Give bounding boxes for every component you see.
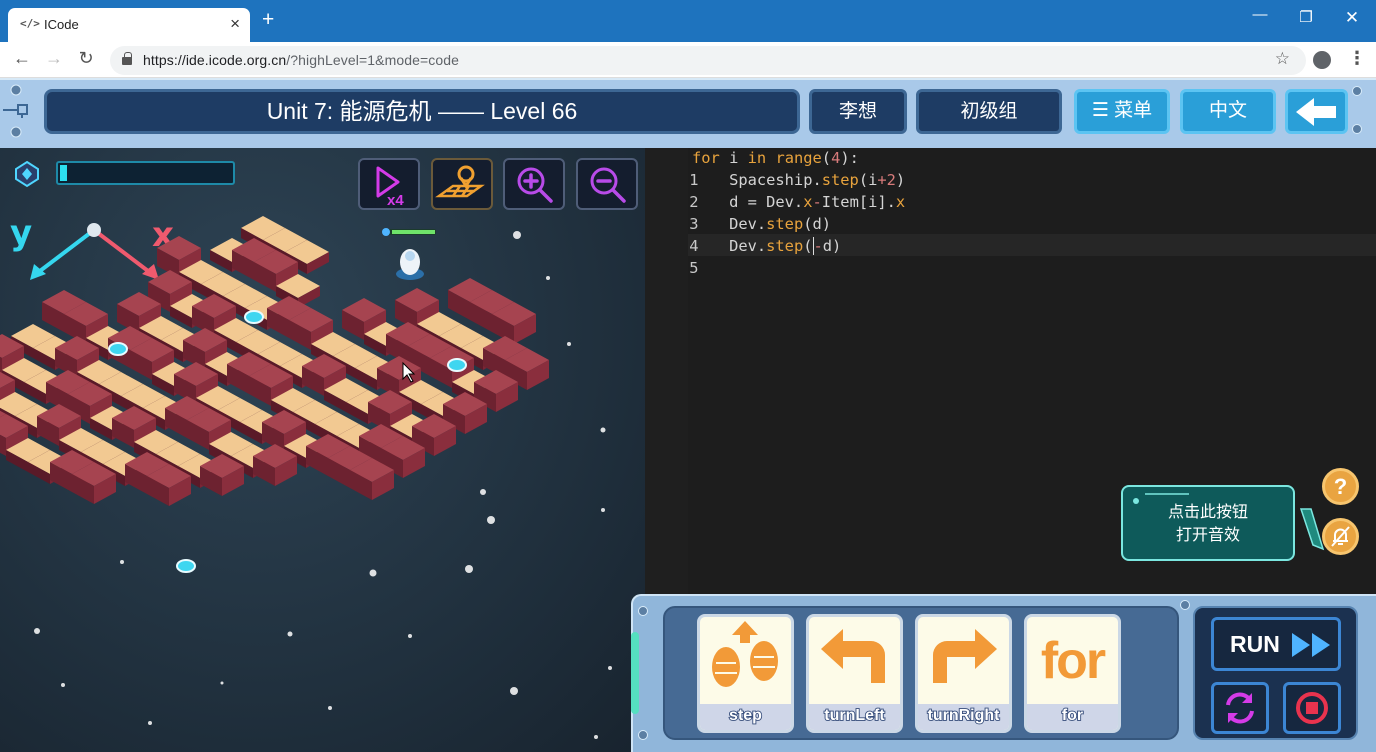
browser-tab[interactable]: </> ICode × xyxy=(8,8,250,42)
menu-button[interactable]: ☰ 菜单 xyxy=(1074,89,1170,134)
block-for-label: for xyxy=(1027,704,1118,730)
reset-button[interactable] xyxy=(1211,682,1269,734)
code-line-4[interactable]: 4 Dev.step(d) xyxy=(645,213,1376,255)
block-step-label: step xyxy=(700,704,791,730)
code-line-3[interactable]: 3 d = Dev.x-Item[i].x xyxy=(645,191,1376,233)
code-text[interactable]: for i in range(4): xyxy=(692,147,859,169)
code-text[interactable]: Spaceship.step(i+2) xyxy=(692,169,905,191)
block-turnright-card[interactable]: turnRight xyxy=(915,614,1012,733)
code-text[interactable]: d = Dev.x-Item[i].x xyxy=(692,191,905,213)
level-title: Unit 7: 能源危机 —— Level 66 xyxy=(44,89,800,134)
address-bar: ← → ↻ https://ide.icode.org.cn/?highLeve… xyxy=(0,42,1376,78)
header-circuit-decoration xyxy=(3,84,28,138)
step-icon xyxy=(712,621,778,687)
back-button[interactable] xyxy=(1285,89,1348,134)
energy-item-3 xyxy=(447,358,467,372)
sound-tip[interactable]: 点击此按钮 打开音效 xyxy=(1121,485,1295,561)
run-button[interactable]: RUN xyxy=(1211,617,1341,671)
fast-forward-icon xyxy=(1292,633,1330,657)
lock-icon xyxy=(122,52,132,65)
spaceship-health-fill xyxy=(392,230,435,234)
block-for-card[interactable]: for for xyxy=(1024,614,1121,733)
sound-tip-line-2: 打开音效 xyxy=(1175,527,1240,544)
stop-icon xyxy=(1296,692,1328,724)
block-turnright-label: turnRight xyxy=(918,704,1009,730)
help-button[interactable]: ? xyxy=(1322,468,1359,505)
block-step-card[interactable]: step xyxy=(697,614,794,733)
tab-title: ICode xyxy=(44,17,79,32)
panel-resize-handle[interactable] xyxy=(631,632,639,714)
code-line-5[interactable]: 5 Dev.step(-d) xyxy=(645,235,1376,277)
group-button[interactable]: 初级组 xyxy=(916,89,1062,134)
bell-muted-icon xyxy=(1331,526,1350,547)
toolbox-stud-2 xyxy=(1180,600,1190,610)
run-button-label: RUN xyxy=(1230,631,1280,657)
back-icon[interactable]: ← xyxy=(9,48,35,69)
forward-icon[interactable]: → xyxy=(41,48,67,69)
code-line-1[interactable]: 1 for i in range(4): xyxy=(645,147,1376,189)
close-icon[interactable]: ✕ xyxy=(1337,8,1367,28)
sound-toggle-button[interactable] xyxy=(1322,518,1359,555)
menu-button-label: 菜单 xyxy=(1114,100,1153,121)
energy-item-4 xyxy=(176,559,196,573)
language-button[interactable]: 中文 xyxy=(1180,89,1276,134)
isometric-maze xyxy=(0,216,549,573)
header-stud-2 xyxy=(1352,124,1362,134)
reset-icon xyxy=(1226,692,1254,724)
tip-circuit-decoration xyxy=(1133,493,1189,504)
minimize-icon[interactable]: — xyxy=(1245,6,1275,23)
block-turnleft-label: turnLeft xyxy=(809,704,900,730)
tip-pointer-arrow xyxy=(1299,508,1325,551)
for-icon: for xyxy=(1040,632,1106,690)
reload-icon[interactable]: ↻ xyxy=(73,48,99,69)
user-name-button[interactable]: 李想 xyxy=(809,89,907,134)
block-turnleft-card[interactable]: turnLeft xyxy=(806,614,903,733)
energy-item-2 xyxy=(244,310,264,324)
url-field[interactable]: https://ide.icode.org.cn/?highLevel=1&mo… xyxy=(110,46,1306,75)
energy-item-1 xyxy=(108,342,128,356)
toolbox-stud-3 xyxy=(638,730,648,740)
code-favicon-icon: </> xyxy=(20,17,40,30)
back-arrow-icon xyxy=(1295,98,1336,126)
line-number: 5 xyxy=(689,259,699,277)
spaceship-sprite xyxy=(382,228,436,280)
restore-icon[interactable]: ❐ xyxy=(1291,8,1321,26)
new-tab-button[interactable]: + xyxy=(262,9,274,30)
bookmark-star-icon[interactable]: ☆ xyxy=(1275,49,1290,69)
url-text: https://ide.icode.org.cn/?highLevel=1&mo… xyxy=(143,52,460,68)
code-line-2[interactable]: 2 Spaceship.step(i+2) xyxy=(645,169,1376,211)
turn-right-icon xyxy=(933,629,997,683)
code-text[interactable]: Dev.step(-d) xyxy=(692,235,841,257)
toolbox-stud-1 xyxy=(638,606,648,616)
header-stud-1 xyxy=(1352,86,1362,96)
stop-button[interactable] xyxy=(1283,682,1341,734)
browser-menu-icon[interactable]: ⋮ xyxy=(1348,48,1366,69)
browser-titlebar: </> ICode × + — ❐ ✕ xyxy=(0,0,1376,42)
code-text[interactable]: Dev.step(d) xyxy=(692,213,831,235)
profile-icon[interactable] xyxy=(1313,51,1331,69)
tab-close-icon[interactable]: × xyxy=(230,14,240,34)
list-menu-icon: ☰ xyxy=(1091,100,1115,121)
turn-left-icon xyxy=(821,629,885,683)
